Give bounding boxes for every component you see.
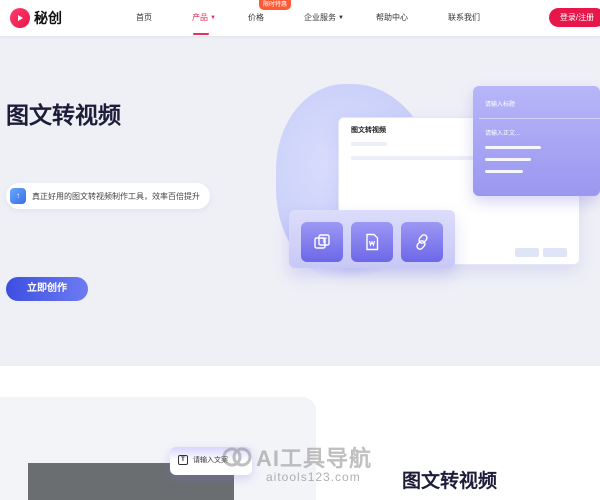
divider <box>479 118 600 119</box>
top-navbar: 秘创 首页 产品 ▼ 限时特惠 价格 企业服务 ▼ 帮助中心 联系我们 登录/注册 <box>0 0 600 36</box>
promo-badge: 限时特惠 <box>259 0 292 10</box>
nav-products-label: 产品 <box>192 13 208 22</box>
nav-enterprise-label: 企业服务 <box>304 13 336 22</box>
source-type-panel <box>289 210 455 268</box>
watermark-text: AI工具导航 <box>256 446 373 471</box>
text-icon <box>301 222 343 262</box>
nav-contact[interactable]: 联系我们 <box>448 12 480 23</box>
editor-card-title: 图文转视频 <box>351 127 386 134</box>
placeholder-line <box>485 158 531 161</box>
nav-products[interactable]: 产品 ▼ <box>192 12 216 23</box>
nav-pricing[interactable]: 价格 <box>248 12 264 23</box>
link-icon <box>401 222 443 262</box>
placeholder-button <box>543 248 567 257</box>
placeholder-line <box>485 146 541 149</box>
nav-help[interactable]: 帮助中心 <box>376 12 408 23</box>
watermark-logo-icon <box>222 447 252 467</box>
hero-tagline-text: 真正好用的图文转视频制作工具，效率百倍提升 <box>32 191 200 201</box>
nav-enterprise[interactable]: 企业服务 ▼ <box>304 12 344 23</box>
hero-tagline: ↑ 真正好用的图文转视频制作工具，效率百倍提升 <box>6 183 210 209</box>
caret-down-icon: ▼ <box>338 15 344 21</box>
section-title: 图文转视频 <box>402 471 498 492</box>
hero-title: 图文转视频 <box>6 102 121 128</box>
placeholder-line <box>351 142 387 146</box>
active-nav-indicator <box>193 33 209 35</box>
watermark: AI工具导航 <box>222 441 372 473</box>
watermark-url: aitools123.com <box>266 470 361 484</box>
placeholder-button <box>515 248 539 257</box>
login-register-button[interactable]: 登录/注册 <box>549 8 600 27</box>
placeholder-line <box>351 156 481 160</box>
placeholder-line <box>485 170 523 173</box>
logo[interactable]: 秘创 <box>10 8 62 28</box>
play-logo-icon <box>10 8 30 28</box>
title-placeholder: 请输入标题 <box>485 102 516 108</box>
nav-home[interactable]: 首页 <box>136 12 152 23</box>
body-placeholder: 请输入正文... <box>485 131 521 137</box>
text-icon: T <box>178 455 188 465</box>
logo-text: 秘创 <box>34 10 62 26</box>
form-card-illustration: 请输入标题 请输入正文... <box>473 86 600 196</box>
caret-down-icon: ▼ <box>210 15 216 21</box>
feature-icon: ↑ <box>10 188 26 204</box>
word-doc-icon <box>351 222 393 262</box>
create-now-button[interactable]: 立即创作 <box>6 277 88 301</box>
